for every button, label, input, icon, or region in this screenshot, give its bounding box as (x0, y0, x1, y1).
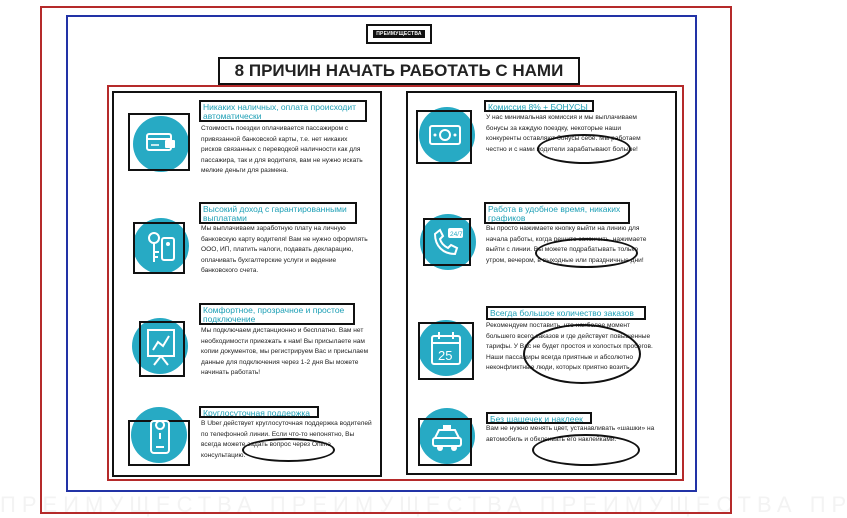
calendar-day-label: 25 (438, 348, 452, 363)
feature-title: Работа в удобное время, никаких графиков (484, 202, 630, 224)
keys-icon (148, 232, 175, 262)
feature-title: Комиссия 8% + БОНУСЫ (484, 100, 594, 112)
money-icon (429, 125, 461, 145)
highlight-oval (532, 434, 640, 466)
feature-text: Стоимость поездки оплачивается пассажиро… (201, 125, 363, 175)
feature-title: Всегда большое количество заказов (486, 306, 646, 320)
page-title: 8 ПРИЧИН НАЧАТЬ РАБОТАТЬ С НАМИ (218, 57, 580, 85)
section-badge-label: ПРЕИМУЩЕСТВА (373, 30, 425, 38)
svg-text:24/7: 24/7 (450, 231, 463, 238)
feature-title: Высокий доход с гарантированными выплата… (199, 202, 357, 224)
highlight-oval (242, 438, 335, 462)
section-badge: ПРЕИМУЩЕСТВА (366, 24, 432, 44)
highlight-oval (523, 324, 641, 384)
taxi-car-icon (432, 425, 462, 451)
feature-text: Мы выплачиваем заработную плату на личну… (201, 225, 368, 275)
feature-title: Круглосуточная поддержка (199, 406, 319, 418)
highlight-oval (535, 238, 638, 268)
presentation-icon (147, 329, 175, 366)
highlight-oval (537, 134, 631, 164)
card-wallet-icon (146, 133, 175, 151)
calendar-icon: 25 (431, 332, 461, 365)
phone-map-icon (150, 420, 170, 454)
feature-text: Мы подключаем дистанционно и бесплатно. … (201, 327, 369, 377)
feature-title: Без шашечек и наклеек (486, 412, 592, 424)
feature-title: Комфортное, прозрачное и простое подключ… (199, 303, 355, 325)
phone-24-7-icon: 24/7 (433, 228, 463, 256)
feature-title: Никаких наличных, оплата происходит авто… (199, 100, 367, 122)
